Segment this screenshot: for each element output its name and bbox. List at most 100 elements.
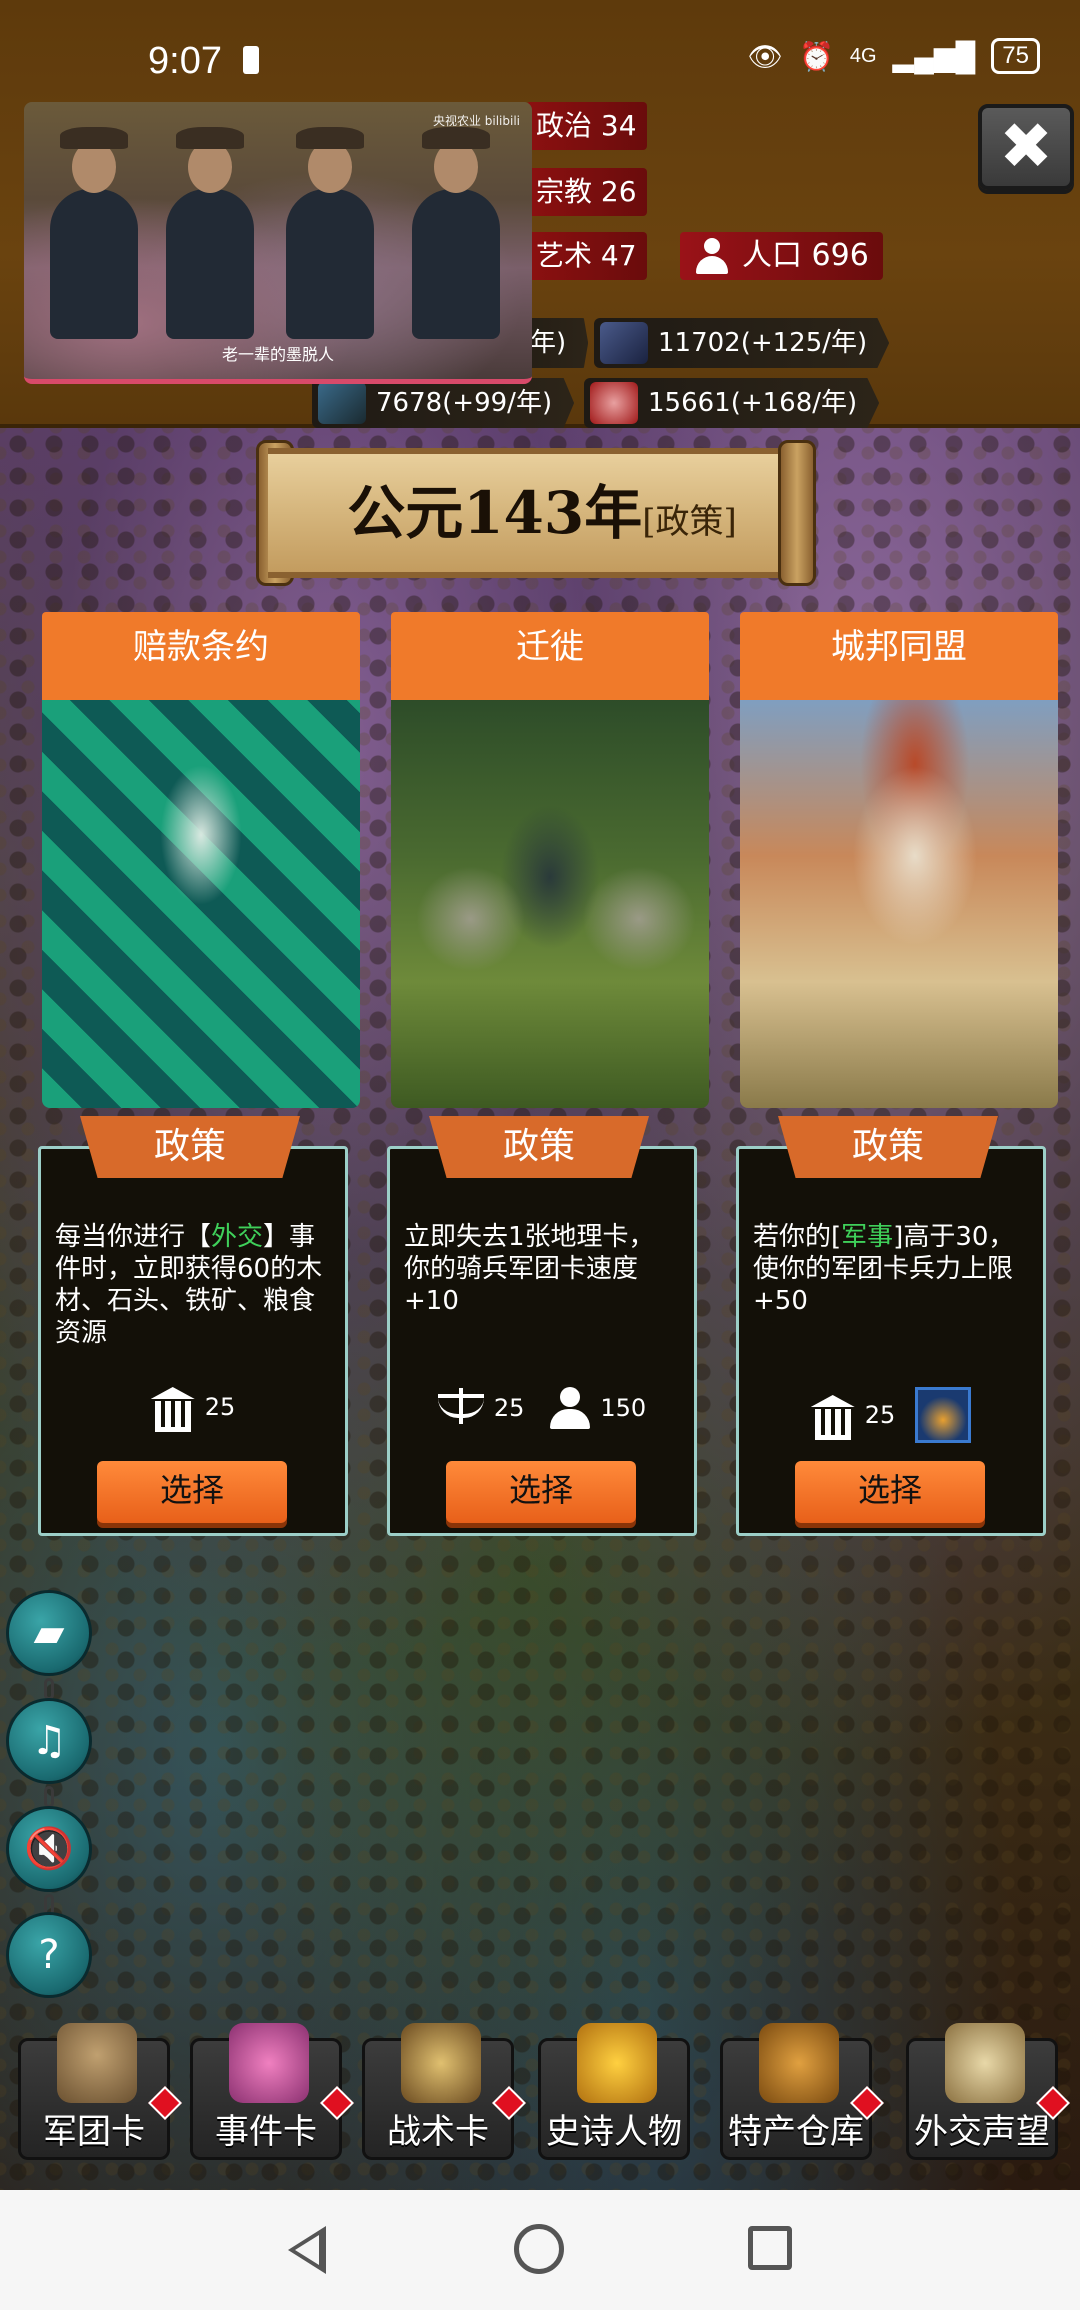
tab-label: 史诗人物 (546, 2112, 682, 2152)
card-description: 若你的[军事]高于30，使你的军团卡兵力上限+50 (753, 1222, 1015, 1316)
network-label: 4G (849, 44, 877, 67)
meat-icon (590, 382, 638, 424)
sound-toggle-button[interactable]: 🔇 (6, 1806, 92, 1892)
stat-religion: 宗教 26 (526, 168, 647, 216)
card-body: 每当你进行【外交】事件时，立即获得60的木材、石头、铁矿、粮食资源 25 选择 (38, 1146, 348, 1536)
scroll-icon (229, 2023, 309, 2103)
help-button[interactable]: ? (6, 1912, 92, 1998)
tab-label: 特产仓库 (728, 2112, 864, 2152)
legion-card-icon (915, 1387, 972, 1443)
chest-icon (759, 2023, 839, 2103)
card-type-tag: 政策 (778, 1116, 998, 1178)
card-cost: 25 (41, 1387, 345, 1432)
video-person (166, 127, 254, 339)
close-icon: ✖ (999, 110, 1053, 184)
resource-wood-label: 年) (530, 328, 567, 358)
music-toggle-button[interactable]: ♫ (6, 1698, 92, 1784)
back-icon[interactable] (288, 2226, 326, 2274)
signal-icon: ▂▄▆█ (892, 40, 976, 72)
card-cost: 25 (739, 1387, 1043, 1443)
top-resource-panel: 9:07 👁 ⏰ 4G ▂▄▆█ 75 政治 34 宗教 26 艺术 47 人口… (0, 0, 1080, 428)
tab-tactic-cards[interactable]: 战术卡 (362, 2023, 526, 2160)
stat-politics: 政治 34 (526, 102, 647, 150)
select-button[interactable]: 选择 (795, 1461, 985, 1523)
cost-value: 25 (493, 1394, 525, 1422)
video-logo: 央视农业 bilibili (432, 114, 520, 128)
card-illustration-ruins (391, 688, 709, 1108)
tab-label: 战术卡 (387, 2112, 489, 2152)
scroll-right-roll (778, 440, 816, 586)
resource-iron-label: 11702(+125/年) (658, 328, 868, 358)
home-icon[interactable] (514, 2224, 564, 2274)
tab-legion-cards[interactable]: 军团卡 (18, 2023, 182, 2160)
card-cost: 25 150 (390, 1387, 694, 1429)
card-title: 迁徙 (391, 612, 709, 688)
resource-food: 15661(+168/年) (584, 378, 880, 428)
battery-indicator: 75 (991, 38, 1040, 74)
notification-icon (243, 46, 259, 74)
tab-epic-figures[interactable]: 史诗人物 (538, 2023, 690, 2160)
temple-icon (811, 1395, 855, 1440)
floating-video-player[interactable]: 央视农业 bilibili 老一辈的墨脱人 (24, 102, 532, 384)
card-type-tag: 政策 (80, 1116, 300, 1178)
temple-icon (151, 1387, 195, 1432)
card-body: 若你的[军事]高于30，使你的军团卡兵力上限+50 25 选择 (736, 1146, 1046, 1536)
card-description: 立即失去1张地理卡，你的骑兵军团卡速度+10 (404, 1222, 655, 1316)
stone-icon (318, 382, 366, 424)
tab-diplomacy-prestige[interactable]: 外交声望 (906, 2023, 1070, 2160)
chain-link (44, 1786, 54, 1808)
card-illustration-throne-room (42, 688, 360, 1108)
card-title: 城邦同盟 (740, 612, 1058, 688)
book-icon: ▰ (33, 1610, 65, 1656)
helmet-icon (57, 2023, 137, 2103)
tab-label: 军团卡 (43, 2112, 145, 2152)
mute-icon: 🔇 (24, 1826, 74, 1872)
chain-link (44, 1678, 54, 1700)
recent-apps-icon[interactable] (748, 2226, 792, 2270)
bottom-tab-bar: 军团卡 事件卡 战术卡 史诗人物 特产仓库 外交声望 (0, 2023, 1080, 2190)
status-time: 9:07 (148, 40, 222, 82)
stat-art: 艺术 47 (526, 232, 647, 280)
policy-card-2[interactable]: 迁徙 立即失去1张地理卡，你的骑兵军团卡速度+10 25 150 选择 政策 (387, 612, 709, 1536)
journal-button[interactable]: ▰ (6, 1590, 92, 1676)
alarm-icon: ⏰ (798, 40, 834, 72)
tab-label: 事件卡 (215, 2112, 317, 2152)
card-body: 立即失去1张地理卡，你的骑兵军团卡速度+10 25 150 选择 (387, 1146, 697, 1536)
population-icon (550, 1387, 591, 1429)
select-button[interactable]: 选择 (446, 1461, 636, 1523)
policy-card-3[interactable]: 城邦同盟 若你的[军事]高于30，使你的军团卡兵力上限+50 25 选择 政策 (736, 612, 1058, 1536)
card-description: 每当你进行【外交】事件时，立即获得60的木材、石头、铁矿、粮食资源 (55, 1222, 323, 1348)
close-button[interactable]: ✖ (978, 104, 1074, 190)
population-label: 人口 696 (742, 238, 869, 273)
crown-icon (577, 2023, 657, 2103)
card-type-tag: 政策 (429, 1116, 649, 1178)
letter-icon (945, 2023, 1025, 2103)
cost-value: 25 (864, 1401, 896, 1429)
year-title: 公元143年 (347, 479, 643, 547)
tab-specialty-warehouse[interactable]: 特产仓库 (720, 2023, 884, 2160)
video-person (286, 127, 374, 339)
select-button[interactable]: 选择 (97, 1461, 287, 1523)
help-icon: ? (38, 1932, 60, 1978)
iron-ore-icon (600, 322, 648, 364)
policy-card-1[interactable]: 赔款条约 每当你进行【外交】事件时，立即获得60的木材、石头、铁矿、粮食资源 2… (38, 612, 360, 1536)
video-person (50, 127, 138, 339)
resource-stone-label: 7678(+99/年) (376, 388, 553, 418)
card-illustration-city (740, 688, 1058, 1108)
system-navigation-bar (0, 2190, 1080, 2310)
no-music-icon: ♫ (31, 1718, 67, 1764)
resource-food-label: 15661(+168/年) (648, 388, 858, 418)
eye-icon: 👁 (747, 40, 783, 72)
cost-value: 25 (204, 1393, 236, 1421)
status-icons: 👁 ⏰ 4G ▂▄▆█ 75 (747, 38, 1040, 74)
phase-subtitle: [政策] (642, 502, 737, 542)
card-title: 赔款条约 (42, 612, 360, 688)
video-person (412, 127, 500, 339)
tab-event-cards[interactable]: 事件卡 (190, 2023, 354, 2160)
stat-population: 人口 696 (680, 232, 883, 280)
scale-icon (437, 1388, 484, 1428)
cost-value: 150 (600, 1394, 647, 1422)
tab-label: 外交声望 (914, 2112, 1050, 2152)
resource-stone: 7678(+99/年) (312, 378, 575, 428)
population-icon (694, 238, 730, 274)
